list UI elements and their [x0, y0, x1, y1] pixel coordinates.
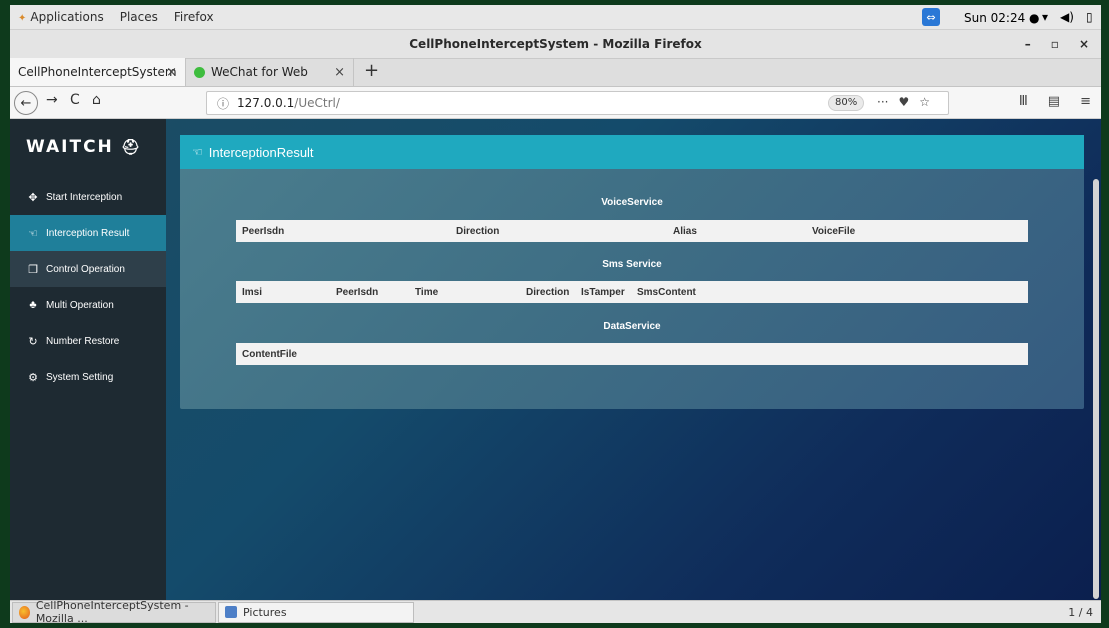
column-header[interactable]: PeerIsdn	[336, 287, 378, 298]
workspace-indicator[interactable]: 1 / 4	[1068, 606, 1101, 619]
panel-header: ☜ InterceptionResult	[180, 135, 1084, 169]
sidebar-item-number-restore[interactable]: ↻ Number Restore	[10, 323, 166, 359]
clock[interactable]: Sun 02:24 ●	[964, 11, 1040, 25]
sidebar-item-start-interception[interactable]: ✥ Start Interception	[10, 179, 166, 215]
close-tab-icon[interactable]: ×	[166, 65, 177, 80]
bookmark-star-icon[interactable]: ☆	[919, 95, 930, 109]
column-header[interactable]: SmsContent	[637, 287, 696, 298]
hamburger-menu-icon[interactable]: ≡	[1080, 94, 1091, 109]
firefox-icon	[19, 605, 30, 619]
applications-menu[interactable]: ✦ Applications	[18, 10, 104, 24]
app-sidebar: WAITCH ⛑ ✥ Start Interception ☜ Intercep…	[10, 119, 166, 600]
column-header[interactable]: ContentFile	[242, 349, 297, 360]
close-window-button[interactable]: ×	[1079, 30, 1089, 59]
tab-bar: CellPhoneInterceptSystem × WeChat for We…	[10, 58, 1101, 87]
close-tab-icon[interactable]: ×	[334, 65, 345, 80]
places-menu[interactable]: Places	[120, 10, 158, 24]
sitemap-icon: ♣	[29, 299, 37, 311]
column-header[interactable]: IsTamper	[581, 287, 625, 298]
data-service-title: DataService	[603, 321, 661, 332]
window-title-bar: CellPhoneInterceptSystem - Mozilla Firef…	[10, 30, 1101, 59]
sidebar-toggle-icon[interactable]: ▤	[1048, 94, 1060, 109]
column-header[interactable]: VoiceFile	[812, 226, 855, 237]
info-icon[interactable]: ⓘ	[217, 95, 229, 112]
pocket-icon[interactable]: ♥	[898, 95, 909, 109]
column-header[interactable]: Alias	[673, 226, 697, 237]
tab-wechat[interactable]: WeChat for Web ×	[186, 58, 354, 86]
zoom-badge[interactable]: 80%	[828, 95, 865, 111]
voice-service-title: VoiceService	[601, 197, 663, 208]
voice-table-header: PeerIsdn Direction Alias VoiceFile	[236, 220, 1028, 242]
home-button[interactable]: ⌂	[92, 92, 101, 108]
intercept-icon: ☜	[28, 227, 38, 240]
sms-service-title: Sms Service	[602, 259, 662, 270]
tab-label: CellPhoneInterceptSystem	[18, 65, 177, 79]
spy-logo-icon: ⛑	[113, 138, 143, 156]
url-host: 127.0.0.1	[237, 96, 295, 110]
url-path: /UeCtrl/	[294, 96, 340, 110]
page-actions-icon[interactable]: ···	[877, 95, 888, 109]
sidebar-item-interception-result[interactable]: ☜ Interception Result	[10, 215, 166, 251]
minimize-button[interactable]: –	[1025, 30, 1031, 59]
web-content: WAITCH ⛑ ✥ Start Interception ☜ Intercep…	[10, 119, 1101, 600]
tab-cellphone-intercept[interactable]: CellPhoneInterceptSystem ×	[10, 58, 186, 86]
battery-icon: ▯	[1085, 10, 1093, 24]
sms-table-header: Imsi PeerIsdn Time Direction IsTamper Sm…	[236, 281, 1028, 303]
refresh-icon: ↻	[28, 335, 38, 348]
data-table-header: ContentFile	[236, 343, 1028, 365]
page-scrollbar[interactable]	[1093, 179, 1099, 599]
taskbar-firefox-window[interactable]: CellPhoneInterceptSystem - Mozilla ...	[12, 599, 216, 623]
library-icon[interactable]: Ⅲ	[1019, 94, 1028, 109]
column-header[interactable]: Direction	[456, 226, 499, 237]
taskbar-pictures-window[interactable]: Pictures	[218, 601, 414, 623]
url-bar[interactable]: ⓘ 127.0.0.1/UeCtrl/ 80% ··· ♥ ☆	[206, 91, 949, 115]
sidebar-item-multi-operation[interactable]: ♣ Multi Operation	[10, 287, 166, 323]
column-header[interactable]: Direction	[526, 287, 569, 298]
back-button[interactable]: ←	[14, 91, 38, 115]
interception-result-panel: ☜ InterceptionResult VoiceService PeerIs…	[180, 135, 1084, 409]
column-header[interactable]: PeerIsdn	[242, 226, 284, 237]
wechat-icon	[194, 66, 205, 78]
window-title: CellPhoneInterceptSystem - Mozilla Firef…	[409, 37, 702, 51]
crosshair-icon: ✥	[28, 191, 38, 204]
folder-icon	[225, 606, 237, 618]
intercept-icon: ☜	[192, 145, 203, 159]
forward-button[interactable]: →	[46, 92, 58, 108]
navigation-bar: ← → C ⌂ ⓘ 127.0.0.1/UeCtrl/ 80% ··· ♥ ☆ …	[10, 87, 1101, 119]
column-header[interactable]: Imsi	[242, 287, 262, 298]
new-tab-button[interactable]: +	[354, 58, 389, 86]
desktop-screen: ✦ Applications Places Firefox ⇔ Sun 02:24…	[10, 5, 1101, 623]
panel-title: InterceptionResult	[208, 144, 314, 160]
copy-icon: ❐	[28, 263, 38, 276]
firefox-menu[interactable]: Firefox	[174, 10, 214, 24]
volume-icon: ◀)	[1060, 10, 1074, 24]
bottom-taskbar: CellPhoneInterceptSystem - Mozilla ... P…	[10, 599, 1101, 623]
sidebar-item-control-operation[interactable]: ❐ Control Operation	[10, 251, 166, 287]
app-logo: WAITCH ⛑	[26, 137, 143, 157]
reload-button[interactable]: C	[70, 92, 80, 108]
teamviewer-icon[interactable]: ⇔	[922, 8, 940, 26]
tab-label: WeChat for Web	[211, 65, 308, 79]
sidebar-item-system-setting[interactable]: ⚙ System Setting	[10, 359, 166, 395]
system-tray[interactable]: ▾ ◀) ▯	[1042, 10, 1093, 24]
applications-icon: ✦	[18, 13, 27, 24]
network-icon: ▾	[1042, 10, 1049, 24]
gears-icon: ⚙	[28, 371, 38, 384]
maximize-button[interactable]: ▫	[1051, 30, 1059, 59]
column-header[interactable]: Time	[415, 287, 438, 298]
